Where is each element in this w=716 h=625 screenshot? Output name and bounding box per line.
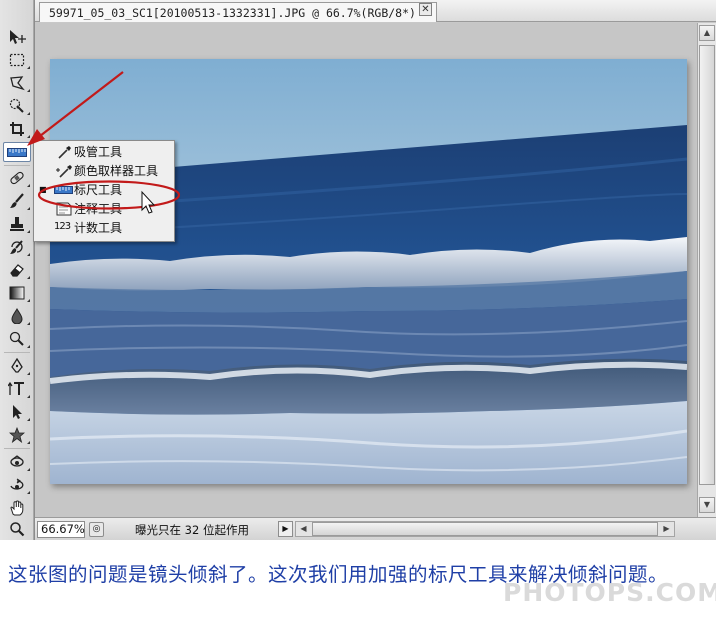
canvas-area[interactable] (35, 23, 697, 517)
3d-rotate-tool-button[interactable] (3, 452, 31, 472)
tool-flyout-menu: 吸管工具 颜色取样器工具 ■ 标尺工具 注释工具 123 计数工具 (33, 140, 175, 242)
quick-selection-tool-button[interactable] (3, 96, 31, 116)
brush-icon (10, 193, 24, 208)
vertical-scroll-thumb[interactable] (699, 45, 715, 485)
toolbox (0, 0, 34, 540)
menu-item-label: 注释工具 (74, 202, 123, 216)
3d-rotate-icon (10, 455, 24, 467)
dodge-tool-button[interactable] (3, 329, 31, 349)
eraser-icon (10, 264, 24, 277)
selected-bullet-icon: ■ (39, 185, 47, 194)
ruler-icon (54, 186, 73, 194)
note-icon (56, 202, 72, 216)
history-brush-tool-button[interactable] (3, 237, 31, 257)
shape-tool-button[interactable] (3, 425, 31, 445)
status-message: 曝光只在 32 位起作用 (135, 523, 249, 537)
clone-stamp-tool-button[interactable] (3, 214, 31, 234)
gradient-icon (9, 286, 25, 300)
type-tool-button[interactable] (3, 379, 31, 399)
document-tab[interactable]: 59971_05_03_SC1[20100513-1332331].JPG @ … (39, 2, 437, 22)
hand-tool-button[interactable] (3, 498, 31, 518)
menu-item-eyedropper[interactable]: 吸管工具 (34, 142, 174, 161)
status-menu-arrow-icon[interactable]: ▶ (278, 521, 293, 537)
quick-selection-icon (9, 98, 24, 113)
crop-icon (10, 122, 24, 136)
bandage-icon (10, 171, 24, 185)
type-icon (8, 381, 24, 395)
brush-tool-button[interactable] (3, 191, 31, 211)
arrow-icon (13, 405, 22, 419)
status-info-icon[interactable]: ◎ (89, 522, 104, 537)
lasso-tool-button[interactable] (3, 73, 31, 93)
horizontal-scroll-thumb[interactable] (312, 522, 658, 536)
drop-icon (11, 308, 23, 324)
path-selection-tool-button[interactable] (3, 402, 31, 422)
color-sampler-icon (56, 165, 72, 178)
crop-tool-button[interactable] (3, 119, 31, 139)
horizontal-scrollbar[interactable]: ◀ ▶ (295, 521, 675, 537)
menu-item-label: 吸管工具 (74, 145, 123, 159)
count-icon: 123 (54, 221, 71, 232)
polygon-lasso-icon (10, 76, 25, 91)
blur-tool-button[interactable] (3, 306, 31, 326)
document-window: 59971_05_03_SC1[20100513-1332331].JPG @ … (34, 0, 716, 540)
scroll-down-icon[interactable]: ▼ (699, 497, 715, 513)
status-bar: 66.67% ◎ 曝光只在 32 位起作用 ▶ ◀ ▶ (35, 517, 716, 540)
sea-photo (50, 59, 687, 484)
watermark: PHOTOPS.COM (503, 578, 716, 607)
document-tab-title: 59971_05_03_SC1[20100513-1332331].JPG @ … (49, 5, 430, 20)
rect-marquee-icon (9, 53, 25, 67)
scroll-left-icon[interactable]: ◀ (296, 522, 311, 536)
photo-image (50, 59, 687, 484)
history-brush-icon (10, 240, 23, 254)
ruler-tool-button[interactable] (3, 142, 31, 162)
pen-tool-button[interactable] (3, 356, 31, 376)
stamp-icon (10, 217, 24, 231)
dodge-icon (9, 331, 24, 346)
zoom-level-field[interactable]: 66.67% (37, 521, 85, 538)
menu-item-note[interactable]: 注释工具 (34, 199, 174, 218)
menu-item-ruler[interactable]: ■ 标尺工具 (34, 180, 174, 199)
pen-icon (11, 358, 23, 373)
ruler-icon (7, 147, 27, 157)
move-tool-button[interactable] (3, 27, 31, 47)
scroll-up-icon[interactable]: ▲ (699, 25, 715, 41)
3d-orbit-tool-button[interactable] (3, 475, 31, 495)
move-icon (10, 30, 26, 44)
vertical-scrollbar[interactable]: ▲ ▼ (697, 23, 716, 517)
marquee-tool-button[interactable] (3, 50, 31, 70)
menu-item-label: 计数工具 (74, 221, 123, 235)
zoom-tool-button[interactable] (3, 519, 31, 539)
document-title-bar: 59971_05_03_SC1[20100513-1332331].JPG @ … (35, 0, 716, 22)
3d-orbit-icon (10, 478, 24, 490)
menu-item-label: 颜色取样器工具 (74, 164, 159, 178)
gradient-tool-button[interactable] (3, 283, 31, 303)
menu-item-color-sampler[interactable]: 颜色取样器工具 (34, 161, 174, 180)
menu-item-count[interactable]: 123 计数工具 (34, 218, 174, 237)
eraser-tool-button[interactable] (3, 260, 31, 280)
hand-icon (10, 500, 24, 516)
eyedropper-icon (58, 146, 71, 159)
magnifier-icon (10, 522, 25, 537)
star-shape-icon (9, 427, 25, 443)
close-icon[interactable]: ✕ (419, 3, 432, 16)
scroll-right-icon[interactable]: ▶ (659, 522, 674, 536)
menu-item-label: 标尺工具 (74, 183, 123, 197)
healing-brush-tool-button[interactable] (3, 168, 31, 188)
